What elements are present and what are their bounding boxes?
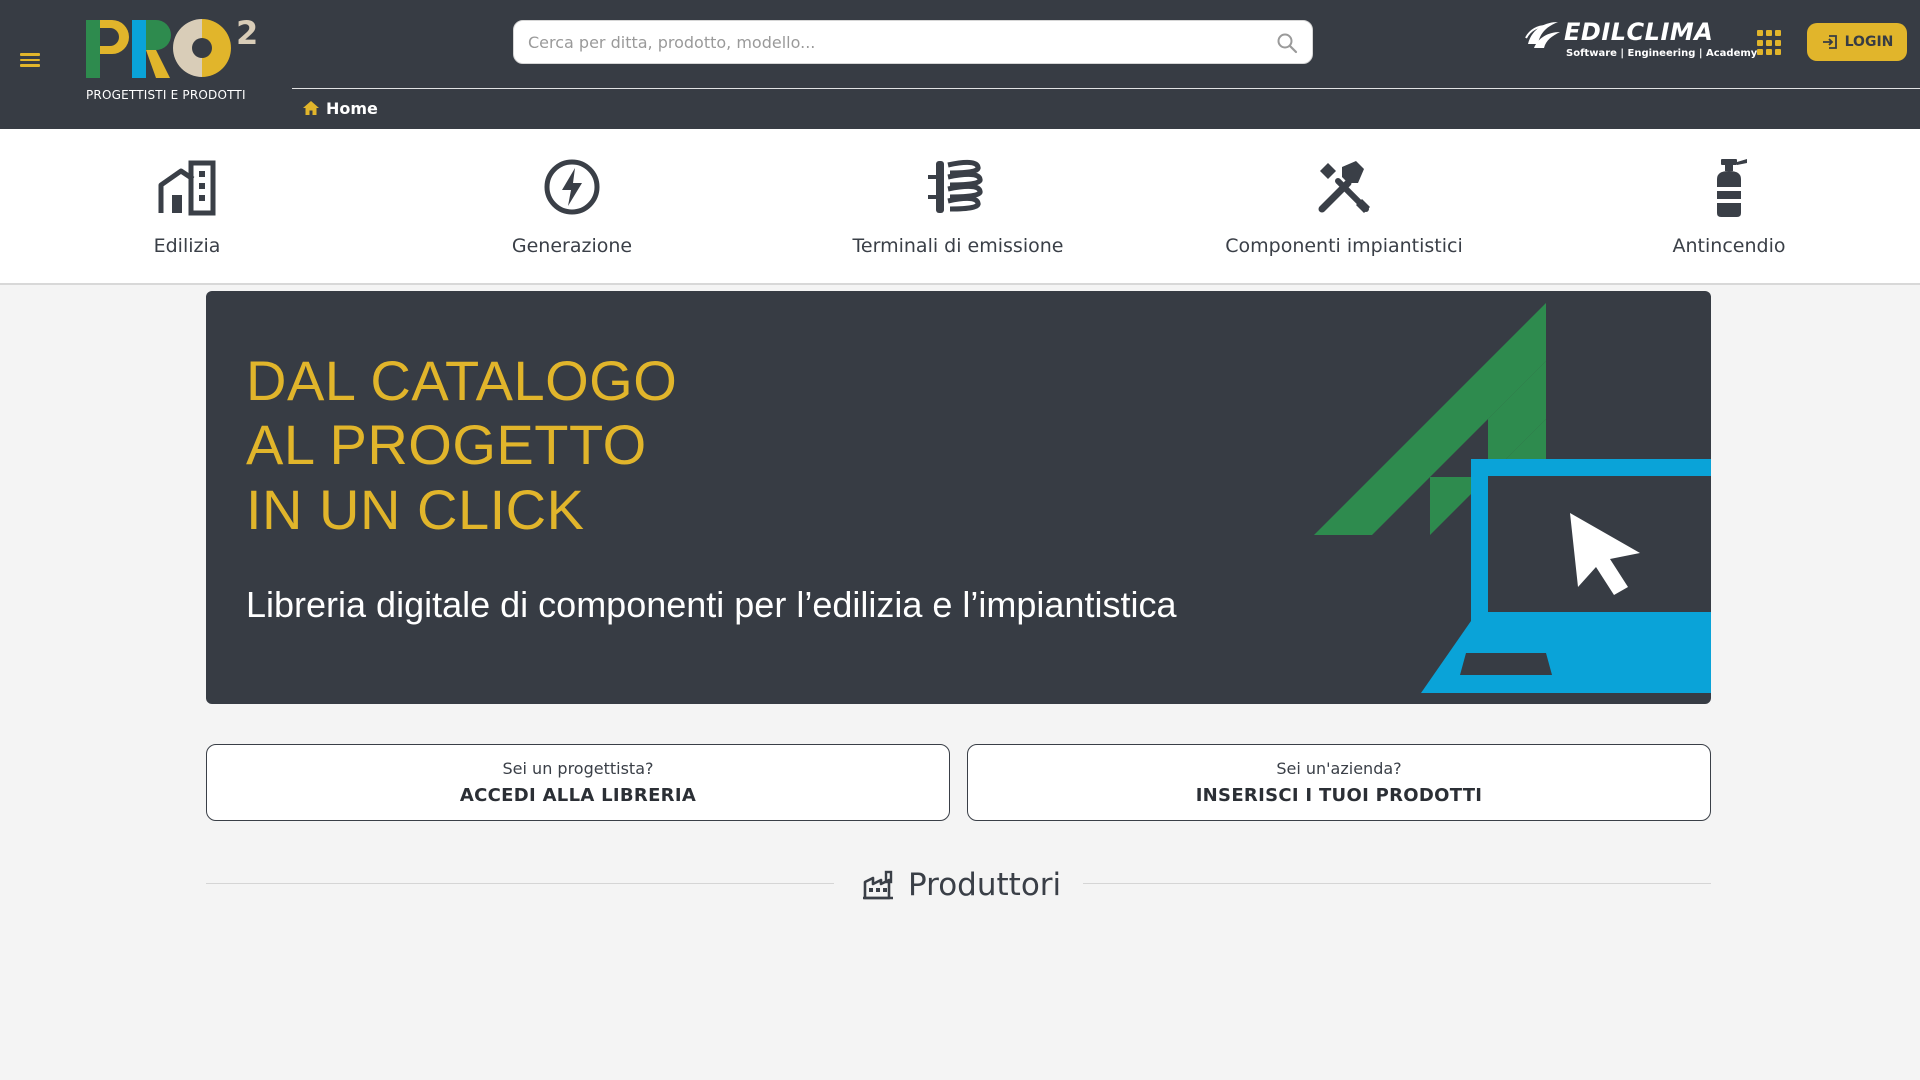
menu-icon xyxy=(20,53,40,56)
category-label: Generazione xyxy=(511,235,633,257)
breadcrumb-home[interactable]: Home xyxy=(326,99,378,118)
category-label: Componenti impiantistici xyxy=(1225,235,1463,257)
category-label: Terminali di emissione xyxy=(852,235,1064,257)
cta-action: INSERISCI I TUOI PRODOTTI xyxy=(1195,785,1483,806)
brand-tagline: Software | Engineering | Academy xyxy=(1566,48,1758,59)
lightning-bolt-icon xyxy=(544,159,600,215)
hamburger-menu-button[interactable] xyxy=(16,50,44,78)
category-label: Edilizia xyxy=(153,235,221,257)
tools-icon xyxy=(1318,161,1370,213)
category-componenti[interactable]: Componenti impiantistici xyxy=(1194,129,1494,285)
brand-name: EDILCLIMA xyxy=(1564,18,1714,46)
category-bar: Edilizia Generazione Terminali di emissi… xyxy=(0,129,1920,285)
radiator-icon xyxy=(928,159,983,213)
fire-extinguisher-icon xyxy=(1717,159,1747,217)
hero-illustration xyxy=(1314,303,1711,693)
home-icon xyxy=(303,101,319,115)
category-antincendio[interactable]: Antincendio xyxy=(1579,129,1879,285)
hero-subtitle: Libreria digitale di componenti per l’ed… xyxy=(246,584,1177,625)
building-icon xyxy=(158,160,216,216)
edilclima-brand[interactable]: EDILCLIMA Software | Engineering | Acade… xyxy=(1524,16,1757,62)
apps-grid-icon xyxy=(1757,30,1763,36)
hero-banner: DAL CATALOGO AL PROGETTO IN UN CLICK Lib… xyxy=(206,291,1711,704)
top-header: 2 PROGETTISTI E PRODOTTI Home EDILCLIMA … xyxy=(0,0,1920,129)
hero-line-1: DAL CATALOGO xyxy=(246,349,678,412)
header-divider xyxy=(292,88,1920,89)
cta-action: ACCEDI ALLA LIBRERIA xyxy=(459,785,697,806)
section-title: Produttori xyxy=(908,867,1062,903)
search-input[interactable] xyxy=(528,21,1268,63)
category-edilizia[interactable]: Edilizia xyxy=(37,129,337,285)
pro2-logo-mark: 2 xyxy=(86,14,258,78)
search-bar xyxy=(513,20,1313,64)
breadcrumb[interactable]: Home xyxy=(302,97,378,119)
factory-icon xyxy=(863,870,893,900)
svg-text:2: 2 xyxy=(236,16,258,52)
edilclima-logo-icon xyxy=(1525,22,1560,48)
apps-grid-button[interactable] xyxy=(1757,30,1783,56)
cta-question: Sei un progettista? xyxy=(502,759,654,778)
category-terminali[interactable]: Terminali di emissione xyxy=(808,129,1108,285)
logo-subtitle: PROGETTISTI E PRODOTTI xyxy=(86,88,246,102)
login-button[interactable]: LOGIN xyxy=(1807,23,1907,61)
designer-library-button[interactable]: Sei un progettista? ACCEDI ALLA LIBRERIA xyxy=(206,744,950,821)
pro2-logo[interactable]: 2 PROGETTISTI E PRODOTTI xyxy=(84,14,284,106)
category-generazione[interactable]: Generazione xyxy=(422,129,722,285)
search-icon[interactable] xyxy=(1276,32,1298,54)
company-products-button[interactable]: Sei un'azienda? INSERISCI I TUOI PRODOTT… xyxy=(967,744,1711,821)
login-label: LOGIN xyxy=(1844,34,1894,50)
section-title-wrap: Produttori xyxy=(862,860,1061,910)
section-rule-left xyxy=(206,883,834,884)
section-rule-right xyxy=(1083,883,1711,884)
cta-question: Sei un'azienda? xyxy=(1276,759,1402,778)
producers-section-header: Produttori xyxy=(206,860,1711,910)
hero-line-2: AL PROGETTO xyxy=(246,413,647,476)
hero-line-3: IN UN CLICK xyxy=(246,478,585,541)
category-label: Antincendio xyxy=(1672,235,1786,257)
login-icon xyxy=(1822,35,1837,49)
